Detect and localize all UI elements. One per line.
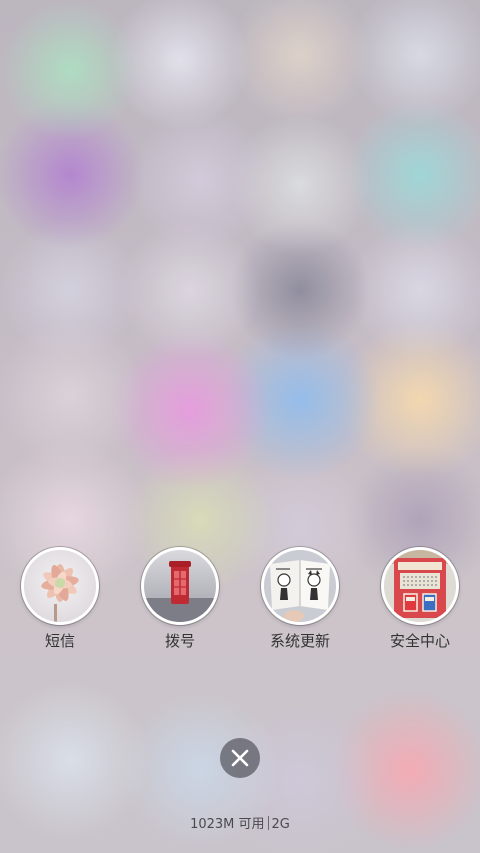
app-label: 系统更新 <box>269 632 330 650</box>
memory-status: 1023M 可用 2G <box>0 816 480 834</box>
succulent-thumbnail-icon[interactable] <box>21 547 99 625</box>
app-label: 短信 <box>44 632 75 650</box>
police-box-thumbnail-icon[interactable] <box>381 547 459 625</box>
recent-app-dialer[interactable]: 拨号 <box>130 546 230 656</box>
app-label: 拨号 <box>164 632 195 650</box>
close-icon <box>231 749 249 767</box>
close-all-button[interactable] <box>220 738 260 778</box>
recent-app-sms[interactable]: 短信 <box>10 546 110 656</box>
background-veil <box>0 0 480 853</box>
book-thumbnail-icon[interactable] <box>261 547 339 625</box>
network-type: 2G <box>271 817 290 832</box>
recent-app-security-center[interactable]: 安全中心 <box>370 546 470 656</box>
phone-booth-thumbnail-icon[interactable] <box>141 547 219 625</box>
app-label: 安全中心 <box>389 632 450 650</box>
status-divider <box>267 816 269 830</box>
recent-apps-row: 短信 拨号 系统更新 安全中心 <box>0 546 480 656</box>
recent-app-system-update[interactable]: 系统更新 <box>250 546 350 656</box>
available-memory: 1023M 可用 <box>190 817 265 832</box>
